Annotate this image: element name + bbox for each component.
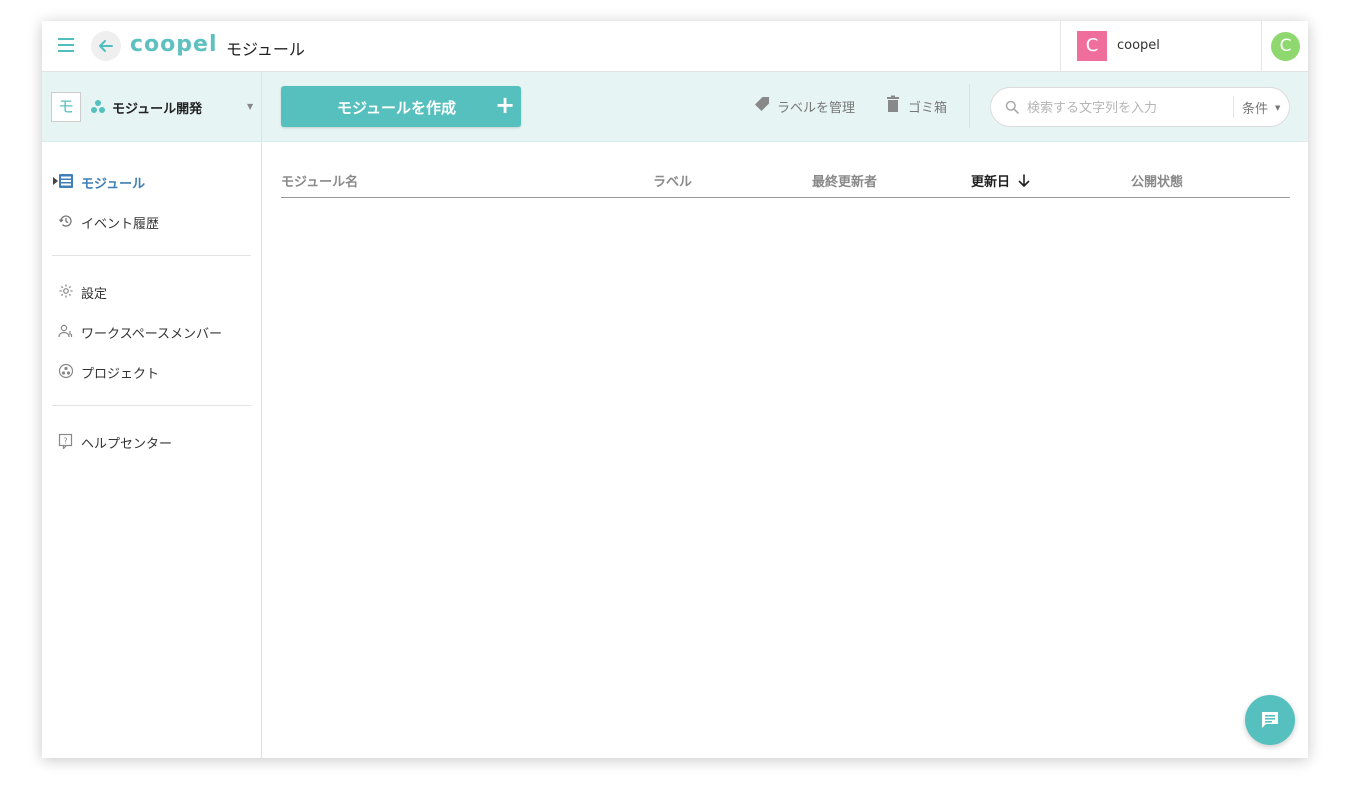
members-icon [58,324,73,338]
trash-label: ゴミ箱 [908,101,948,116]
search-divider [1233,96,1234,118]
svg-text:?: ? [63,437,67,446]
sidebar-item-event-history[interactable]: イベント履歴 [52,210,252,234]
toolbar-divider [969,84,970,128]
arrow-left-icon [99,40,113,52]
column-header-updated-date[interactable]: 更新日 [971,171,1030,190]
sidebar-item-projects[interactable]: プロジェクト [52,360,252,384]
org-switcher[interactable]: C coopel [1060,21,1262,71]
project-icon [58,363,74,379]
divider [52,405,251,406]
workspace-selector[interactable]: モ モジュール開発 ▼ [42,72,261,142]
sidebar-item-label: モジュール [81,177,146,192]
sidebar-item-members[interactable]: ワークスペースメンバー [52,320,252,344]
sidebar-item-label: ワークスペースメンバー [81,327,223,342]
manage-labels-label: ラベルを管理 [777,101,856,116]
coopel-logo[interactable]: coopel [130,32,217,57]
modules-icon [91,100,105,113]
column-header-label-text: 更新日 [971,175,1011,190]
create-module-label: モジュールを作成 [337,99,456,117]
org-avatar: C [1077,31,1107,61]
sidebar: モ モジュール開発 ▼ モジュール イベント履歴 設定 ワークスペースメンバー … [42,72,262,758]
conditions-dropdown[interactable]: 条件 [1242,98,1268,117]
sidebar-item-label: プロジェクト [81,367,160,382]
workspace-badge: モ [51,92,81,122]
column-header-last-updated-by[interactable]: 最終更新者 [812,171,877,190]
chat-support-button[interactable] [1245,695,1295,745]
table-header: モジュール名 ラベル 最終更新者 更新日 公開状態 [281,169,1290,198]
trash-icon [887,95,899,112]
search-icon [1005,100,1019,114]
tag-icon [755,97,769,111]
top-bar: coopel モジュール C coopel C [42,21,1308,72]
sidebar-item-label: 設定 [81,287,108,302]
column-header-publish-status[interactable]: 公開状態 [1131,171,1183,190]
sidebar-item-modules[interactable]: モジュール [52,170,252,194]
module-list-icon [59,174,73,188]
chat-icon [1262,712,1278,728]
toolbar: モジュールを作成 + ラベルを管理 ゴミ箱 条件 ▼ [262,72,1308,142]
search-box: 条件 ▼ [990,87,1290,127]
column-header-label[interactable]: ラベル [653,171,692,190]
app-window: coopel モジュール C coopel C モ モジュール開発 ▼ モジュー… [42,21,1308,758]
column-header-module-name[interactable]: モジュール名 [281,171,358,190]
sidebar-item-help[interactable]: ? ヘルプセンター [52,430,252,454]
chevron-down-icon: ▼ [247,102,254,111]
chevron-down-icon: ▼ [1275,104,1281,112]
sort-down-arrow-icon [1018,174,1030,187]
sidebar-item-label: イベント履歴 [81,217,160,232]
menu-icon[interactable] [58,38,74,52]
sidebar-item-settings[interactable]: 設定 [52,280,252,304]
help-icon: ? [58,433,73,449]
back-button[interactable] [91,31,121,61]
gear-icon [59,284,73,298]
sidebar-item-label: ヘルプセンター [81,437,173,452]
page-title: モジュール [226,40,305,59]
org-name: coopel [1117,38,1160,53]
divider [52,255,251,256]
create-module-button[interactable]: モジュールを作成 + [281,86,521,127]
history-icon [58,215,72,227]
workspace-name: モジュール開発 [112,102,203,117]
user-avatar[interactable]: C [1271,32,1300,61]
search-input[interactable] [1025,97,1229,119]
plus-icon: + [495,91,516,119]
